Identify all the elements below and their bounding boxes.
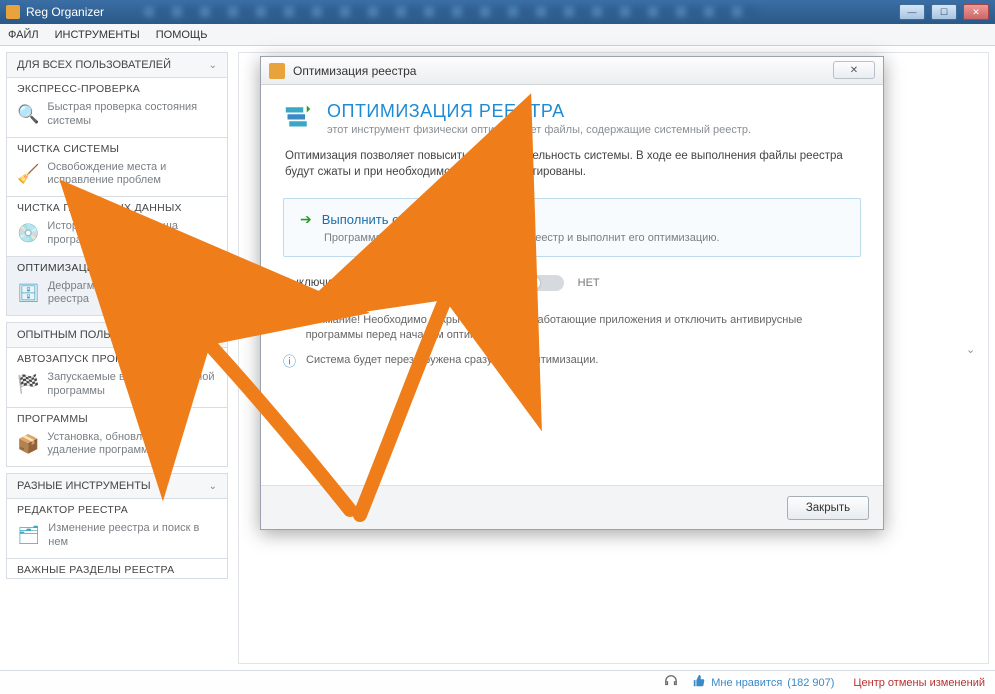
info-text: Система будет перезагружена сразу после … [306, 353, 598, 371]
broom-icon: 🧹 [17, 162, 39, 186]
menubar: ФАЙЛ ИНСТРУМЕНТЫ ПОМОЩЬ [0, 24, 995, 46]
sidebar: ДЛЯ ВСЕХ ПОЛЬЗОВАТЕЛЕЙ ⌄ ЭКСПРЕСС-ПРОВЕР… [6, 52, 228, 664]
status-like[interactable]: Мне нравится (182 907) [692, 674, 834, 691]
sidebar-item-desc: Истории браузеров, кэша программ и др. [47, 220, 217, 248]
sidebar-item-system-clean[interactable]: ЧИСТКА СИСТЕМЫ 🧹 Освобождение места и ис… [6, 138, 228, 198]
thumbs-up-icon [692, 674, 706, 691]
tree-icon: 🗂 [17, 524, 40, 548]
sidebar-item-title: ЭКСПРЕСС-ПРОВЕРКА [7, 78, 227, 97]
sidebar-section-advanced[interactable]: ОПЫТНЫМ ПОЛЬЗОВАТЕЛЯМ ⌄ [6, 322, 228, 348]
sidebar-section-tools[interactable]: РАЗНЫЕ ИНСТРУМЕНТЫ ⌄ [6, 473, 228, 499]
sidebar-section-label: ОПЫТНЫМ ПОЛЬЗОВАТЕЛЯМ [17, 329, 177, 341]
menu-file[interactable]: ФАЙЛ [8, 29, 39, 41]
like-label: Мне нравится [711, 677, 782, 689]
dialog-close-button[interactable]: ✕ [833, 61, 875, 79]
dialog-app-icon [269, 63, 285, 79]
menu-help[interactable]: ПОМОЩЬ [156, 29, 208, 41]
sidebar-section-label: ДЛЯ ВСЕХ ПОЛЬЗОВАТЕЛЕЙ [17, 59, 171, 71]
statusbar: Мне нравится (182 907) Центр отмены изме… [0, 670, 995, 694]
dialog-close-footer-button[interactable]: Закрыть [787, 496, 869, 520]
sidebar-item-title: АВТОЗАПУСК ПРОГРАММ [7, 348, 227, 367]
magnifier-icon: 🔍 [17, 103, 39, 127]
sidebar-item-desc: Быстрая проверка состояния системы [47, 101, 217, 129]
window-maximize-button[interactable]: ☐ [931, 4, 957, 20]
disc-icon: 💿 [17, 222, 39, 246]
sidebar-item-title: РЕДАКТОР РЕЕСТРА [7, 499, 227, 518]
registry-optimize-icon [283, 101, 313, 131]
sidebar-item-desc: Установка, обновление и удаление програм… [47, 431, 217, 459]
undo-label: Центр отмены изменений [853, 677, 985, 689]
sidebar-item-title: ОПТИМИЗАЦИЯ РЕЕСТРА [7, 257, 227, 276]
sidebar-item-registry-optimize[interactable]: ОПТИМИЗАЦИЯ РЕЕСТРА 🗄 Дефрагментация и с… [6, 257, 228, 317]
chevron-down-icon: ⌄ [209, 60, 217, 71]
window-titlebar: Reg Organizer — ☐ ✕ [0, 0, 995, 24]
shutdown-value: НЕТ [578, 277, 600, 289]
sidebar-item-private-clean[interactable]: ЧИСТКА ПРИВАТНЫХ ДАННЫХ 💿 Истории браузе… [6, 197, 228, 257]
dialog-title: Оптимизация реестра [293, 64, 416, 78]
registry-icon: 🗄 [17, 281, 40, 305]
dialog-titlebar[interactable]: Оптимизация реестра ✕ [261, 57, 883, 85]
chevron-down-icon: ⌄ [209, 330, 217, 341]
status-undo-center[interactable]: Центр отмены изменений [848, 677, 985, 689]
arrow-right-icon: ➔ [300, 211, 312, 228]
run-optimization-button[interactable]: ➔ Выполнить оптимизацию реестра Программ… [283, 198, 861, 257]
sidebar-section-label: РАЗНЫЕ ИНСТРУМЕНТЫ [17, 480, 151, 492]
sidebar-item-desc: Запускаемые вместе с системой программы [47, 371, 217, 399]
dialog-paragraph: Оптимизация позволяет повысить производи… [285, 148, 859, 180]
headset-icon [664, 674, 678, 691]
flag-icon: 🏁 [17, 373, 39, 397]
chevron-down-icon: ⌄ [209, 481, 217, 492]
sidebar-item-registry-editor[interactable]: РЕДАКТОР РЕЕСТРА 🗂 Изменение реестра и п… [6, 499, 228, 559]
shutdown-label: Выключить компьютер после оптимизации [283, 277, 512, 289]
scroll-down-icon[interactable]: ⌄ [966, 343, 984, 355]
sidebar-item-title: ЧИСТКА СИСТЕМЫ [7, 138, 227, 157]
sidebar-item-programs[interactable]: ПРОГРАММЫ 📦 Установка, обновление и удал… [6, 408, 228, 468]
action-desc: Программа проанализирует системный реест… [324, 232, 844, 244]
like-count: (182 907) [787, 677, 834, 689]
sidebar-item-desc: Освобождение места и исправление проблем [47, 161, 217, 189]
window-close-button[interactable]: ✕ [963, 4, 989, 20]
app-title: Reg Organizer [26, 5, 104, 19]
sidebar-item-express-check[interactable]: ЭКСПРЕСС-ПРОВЕРКА 🔍 Быстрая проверка сос… [6, 78, 228, 138]
package-icon: 📦 [17, 432, 39, 456]
menu-tools[interactable]: ИНСТРУМЕНТЫ [55, 29, 140, 41]
action-title: Выполнить оптимизацию реестра [322, 212, 526, 227]
titlebar-taskbar-hints [144, 7, 759, 17]
info-icon: ⓘ [283, 353, 296, 371]
sidebar-item-title: ЧИСТКА ПРИВАТНЫХ ДАННЫХ [7, 197, 227, 216]
sidebar-item-desc: Дефрагментация и сжатие реестра [48, 280, 217, 308]
dialog-subheading: этот инструмент физически оптимизирует ф… [327, 124, 751, 136]
sidebar-section-all-users[interactable]: ДЛЯ ВСЕХ ПОЛЬЗОВАТЕЛЕЙ ⌄ [6, 52, 228, 78]
status-support[interactable] [664, 674, 678, 691]
sidebar-item-title: ПРОГРАММЫ [7, 408, 227, 427]
shutdown-toggle[interactable] [526, 275, 564, 291]
sidebar-item-autostart[interactable]: АВТОЗАПУСК ПРОГРАММ 🏁 Запускаемые вместе… [6, 348, 228, 408]
app-icon [6, 5, 20, 19]
sidebar-item-desc: Изменение реестра и поиск в нем [48, 522, 217, 550]
warning-icon: ⚠ [283, 313, 296, 343]
sidebar-item-important-sections[interactable]: ВАЖНЫЕ РАЗДЕЛЫ РЕЕСТРА [6, 559, 228, 579]
window-minimize-button[interactable]: — [899, 4, 925, 20]
registry-optimization-dialog: Оптимизация реестра ✕ ОПТИМИЗАЦИЯ РЕЕСТР… [260, 56, 884, 530]
warning-text: Внимание! Необходимо закрыть все другие … [306, 313, 861, 343]
sidebar-item-title: ВАЖНЫЕ РАЗДЕЛЫ РЕЕСТРА [7, 559, 227, 578]
dialog-heading: ОПТИМИЗАЦИЯ РЕЕСТРА [327, 101, 751, 122]
